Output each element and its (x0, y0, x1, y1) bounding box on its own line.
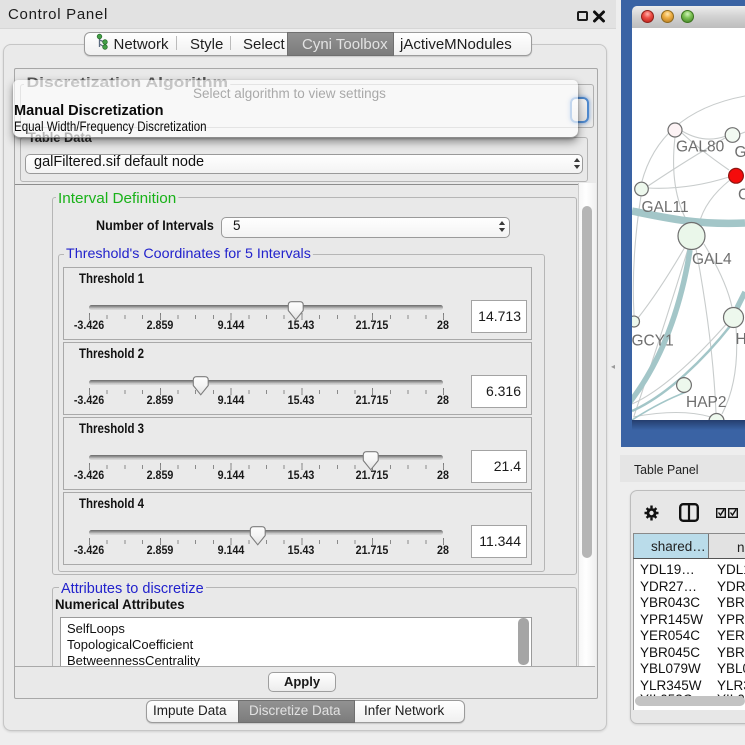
svg-text:H: H (736, 331, 745, 348)
svg-text:GCY1: GCY1 (632, 333, 674, 350)
svg-text:GAL11: GAL11 (642, 199, 689, 216)
svg-text:GAL80: GAL80 (676, 139, 725, 156)
svg-text:C: C (738, 187, 745, 204)
svg-text:HAP2: HAP2 (686, 394, 727, 411)
svg-text:GAL4: GAL4 (692, 251, 732, 268)
svg-text:GA: GA (735, 144, 745, 161)
